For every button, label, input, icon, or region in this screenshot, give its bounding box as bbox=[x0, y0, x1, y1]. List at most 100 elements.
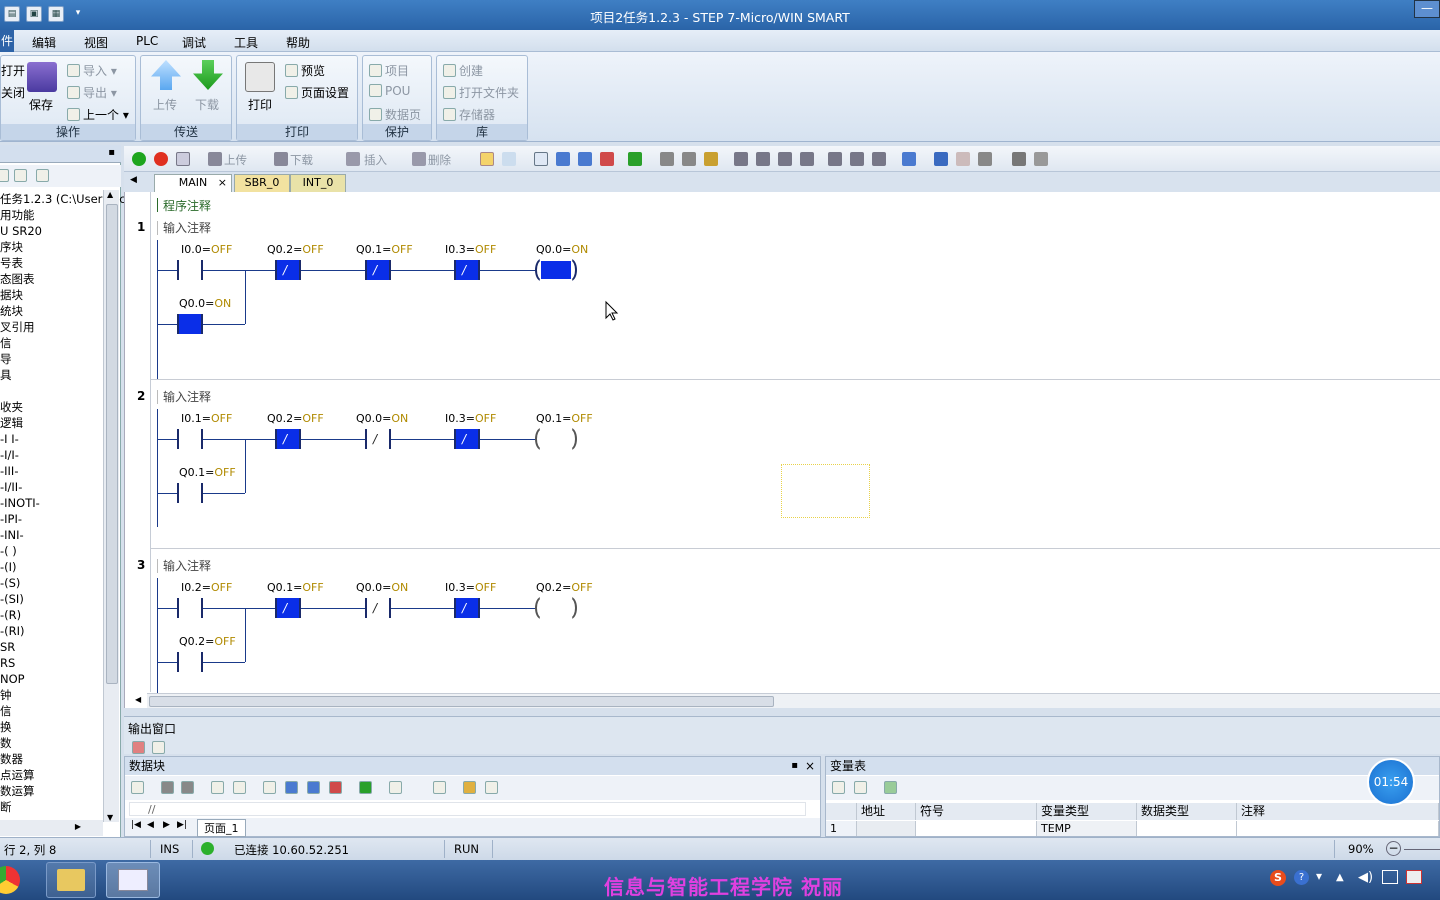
zoom-slider[interactable] bbox=[1404, 849, 1440, 850]
toolbar-insert-button[interactable]: 插入 bbox=[364, 152, 387, 168]
scrollbar-thumb[interactable] bbox=[149, 696, 774, 707]
download-arrow-icon[interactable] bbox=[181, 781, 194, 794]
nc-contact[interactable]: / bbox=[365, 598, 391, 618]
status-chart-icon[interactable] bbox=[502, 152, 516, 166]
editor-horizontal-scrollbar[interactable]: ◀ bbox=[135, 693, 1440, 708]
bookmark-icon[interactable] bbox=[263, 781, 276, 794]
toolbar-delete-button[interactable]: 删除 bbox=[428, 152, 451, 168]
scrollbar-thumb[interactable] bbox=[106, 204, 118, 684]
cut-icon[interactable] bbox=[211, 781, 224, 794]
paste-icon[interactable] bbox=[233, 781, 246, 794]
tree-item[interactable]: -I/I- bbox=[0, 448, 19, 462]
compile-icon[interactable] bbox=[176, 152, 190, 166]
create-library-button[interactable]: 创建 bbox=[443, 62, 483, 79]
pin-icon[interactable]: ▪ bbox=[791, 757, 798, 775]
upload-button[interactable]: 上传 bbox=[153, 96, 177, 113]
tree-item[interactable]: -I/II- bbox=[0, 480, 22, 494]
var-col-var-type[interactable]: 变量类型 bbox=[1037, 803, 1137, 820]
next-bookmark-icon[interactable] bbox=[578, 152, 592, 166]
tree-item[interactable]: -IPI- bbox=[0, 512, 22, 526]
var-col-symbol[interactable]: 符号 bbox=[916, 803, 1037, 820]
key-icon[interactable] bbox=[463, 781, 476, 794]
scroll-up-icon[interactable]: ▲ bbox=[107, 190, 113, 199]
program-comment[interactable]: 程序注释 bbox=[163, 197, 211, 214]
lock-icon-2[interactable] bbox=[682, 152, 696, 166]
pou-comment-icon[interactable] bbox=[1012, 152, 1026, 166]
tree-item[interactable]: 号表 bbox=[0, 256, 23, 270]
chrome-icon[interactable] bbox=[0, 866, 20, 894]
prev-bookmark-icon[interactable] bbox=[556, 152, 570, 166]
tree-item[interactable]: -(SI) bbox=[0, 592, 24, 606]
download-arrow-icon[interactable] bbox=[193, 60, 223, 90]
tree-item[interactable]: 叉引用 bbox=[0, 320, 35, 334]
menu-plc[interactable]: PLC bbox=[136, 34, 158, 48]
insert-icon[interactable] bbox=[346, 152, 360, 166]
protect-pou-button[interactable]: POU bbox=[369, 84, 410, 98]
var-cell-data-type[interactable] bbox=[1137, 821, 1237, 836]
tree-item[interactable]: -( ) bbox=[0, 544, 17, 558]
line-right-icon[interactable] bbox=[800, 152, 814, 166]
unlock-icon[interactable] bbox=[704, 152, 718, 166]
tree-item[interactable]: 导 bbox=[0, 352, 12, 366]
network-icon[interactable] bbox=[1382, 870, 1398, 884]
print-button[interactable]: 打印 bbox=[248, 96, 272, 113]
upload-arrow-icon[interactable] bbox=[161, 781, 174, 794]
goto-icon[interactable] bbox=[359, 781, 372, 794]
var-col-data-type[interactable]: 数据类型 bbox=[1137, 803, 1237, 820]
next-bookmark-icon[interactable] bbox=[307, 781, 320, 794]
preview-button[interactable]: 预览 bbox=[285, 62, 325, 79]
nc-contact[interactable]: / bbox=[454, 429, 480, 449]
branch-icon[interactable] bbox=[734, 152, 748, 166]
nc-contact[interactable]: / bbox=[454, 260, 480, 280]
upload-arrow-icon[interactable] bbox=[208, 152, 222, 166]
tray-menu-icon[interactable]: ▾ bbox=[1316, 869, 1322, 883]
tree-item[interactable]: 信 bbox=[0, 704, 12, 718]
var-col-address[interactable]: 地址 bbox=[857, 803, 916, 820]
tab-scroll-left-icon[interactable]: ◀ bbox=[130, 175, 137, 185]
output-coil[interactable] bbox=[535, 259, 579, 281]
copy-output-icon[interactable] bbox=[152, 741, 165, 754]
clear-output-icon[interactable] bbox=[132, 741, 145, 754]
menu-edit[interactable]: 编辑 bbox=[32, 34, 56, 51]
tree-item[interactable]: SR bbox=[0, 640, 15, 654]
tree-horizontal-scrollbar[interactable]: ▶ bbox=[0, 820, 103, 836]
previous-button[interactable]: 上一个 ▾ bbox=[67, 106, 129, 123]
tree-item[interactable]: -(R) bbox=[0, 608, 21, 622]
tree-item[interactable]: 态图表 bbox=[0, 272, 35, 286]
last-page-icon[interactable]: ▶| bbox=[177, 820, 187, 830]
contact-icon[interactable] bbox=[828, 152, 842, 166]
bookmark-icon[interactable] bbox=[534, 152, 548, 166]
tree-item[interactable]: 点运算 bbox=[0, 768, 35, 782]
tree-item[interactable]: 数运算 bbox=[0, 784, 35, 798]
delete-row-icon[interactable] bbox=[854, 781, 867, 794]
network-comment[interactable]: 输入注释 bbox=[163, 219, 211, 236]
prev-page-icon[interactable]: ◀ bbox=[147, 820, 154, 830]
tree-item[interactable]: 钟 bbox=[0, 688, 12, 702]
symbol-table-icon[interactable] bbox=[934, 152, 948, 166]
coil-icon[interactable] bbox=[850, 152, 864, 166]
tree-item[interactable]: -III- bbox=[0, 464, 18, 478]
minimize-button[interactable]: — bbox=[1414, 0, 1440, 18]
tree-item[interactable]: 统块 bbox=[0, 304, 23, 318]
tree-item[interactable]: 换 bbox=[0, 720, 12, 734]
close-icon[interactable]: × bbox=[218, 175, 227, 191]
tree-item[interactable]: 信 bbox=[0, 336, 12, 350]
page-setup-button[interactable]: 页面设置 bbox=[285, 84, 349, 101]
printer-icon[interactable] bbox=[245, 62, 275, 92]
nc-contact[interactable]: / bbox=[454, 598, 480, 618]
no-contact[interactable] bbox=[177, 429, 203, 449]
close-button[interactable]: 关闭 bbox=[1, 84, 25, 101]
page-tab[interactable]: 页面_1 bbox=[197, 819, 246, 837]
prev-bookmark-icon[interactable] bbox=[285, 781, 298, 794]
tree-item[interactable]: 具 bbox=[0, 368, 12, 382]
input-method-icon[interactable]: S bbox=[1270, 870, 1286, 886]
tree-item[interactable]: 数 bbox=[0, 736, 12, 750]
pin-icon[interactable]: ▪ bbox=[108, 147, 115, 158]
taskbar-explorer[interactable] bbox=[46, 862, 96, 898]
branch-up-icon[interactable] bbox=[778, 152, 792, 166]
network-comment-icon[interactable] bbox=[1034, 152, 1048, 166]
tab-int0[interactable]: INT_0 bbox=[290, 174, 346, 192]
ladder-editor[interactable]: 程序注释 1 输入注释 / / / I0.0=OFF Q0.2=OFF Q0.1=OFF I0.… bbox=[124, 192, 1440, 708]
menu-debug[interactable]: 调试 bbox=[182, 34, 206, 51]
remove-bookmark-icon[interactable] bbox=[600, 152, 614, 166]
